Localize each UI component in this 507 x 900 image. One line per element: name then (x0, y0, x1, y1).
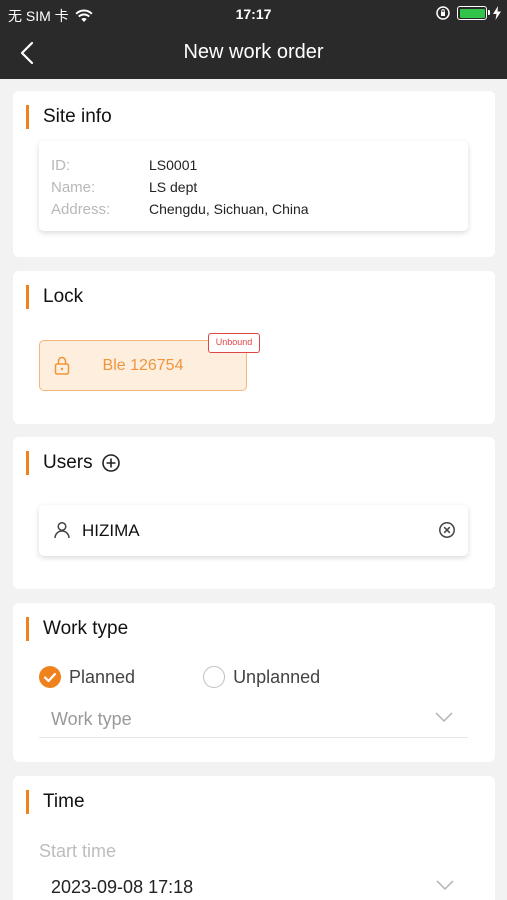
status-badge: Unbound (208, 333, 260, 353)
site-value: Chengdu, Sichuan, China (149, 201, 309, 217)
radio-label: Planned (69, 666, 136, 687)
add-user-icon[interactable] (101, 453, 121, 473)
lock-name: Ble 126754 (102, 357, 184, 374)
remove-user-icon[interactable] (438, 521, 456, 539)
status-right (435, 5, 501, 21)
user-item[interactable]: HIZIMA (39, 505, 468, 556)
work-type-select[interactable]: Work type (39, 701, 468, 738)
charging-bolt-icon (493, 6, 501, 20)
site-row-id: ID: LS0001 (51, 154, 456, 176)
site-value: LS dept (149, 179, 198, 195)
site-info-card: Site info ID: LS0001 Name: LS dept Addre… (13, 91, 495, 257)
start-time-label: Start time (39, 841, 117, 861)
site-row-name: Name: LS dept (51, 176, 456, 198)
chevron-down-icon (435, 712, 453, 723)
radio-label: Unplanned (233, 666, 321, 687)
time-card: Time Start time 2023-09-08 17:18 (13, 776, 495, 900)
page-title: New work order (183, 41, 324, 63)
top-bar: 无 SIM 卡 17:17 New work order (0, 0, 507, 79)
user-icon (54, 521, 70, 539)
section-title-work-type: Work type (26, 617, 128, 641)
user-name: HIZIMA (82, 521, 140, 540)
users-title-text: Users (43, 452, 93, 473)
users-card: Users HIZIMA (13, 437, 495, 589)
site-key: Name: (51, 178, 96, 196)
status-time: 17:17 (235, 6, 272, 22)
radio-planned[interactable]: Planned (39, 666, 135, 688)
site-info-box: ID: LS0001 Name: LS dept Address: Chengd… (39, 141, 468, 231)
section-title-time: Time (26, 790, 85, 814)
work-type-radio-group: Planned Unplanned (39, 666, 320, 688)
battery-icon (457, 6, 490, 20)
section-title-users: Users (26, 451, 121, 475)
status-bar: 无 SIM 卡 17:17 (0, 0, 507, 28)
section-title-lock: Lock (26, 285, 83, 309)
start-time-value[interactable]: 2023-09-08 17:18 (51, 877, 193, 898)
site-value: LS0001 (149, 157, 198, 173)
site-row-address: Address: Chengdu, Sichuan, China (51, 198, 456, 220)
lock-card: Lock Ble 126754 Unbound (13, 271, 495, 424)
orientation-lock-icon (436, 6, 450, 20)
radio-checked-icon (39, 666, 61, 688)
chevron-down-icon[interactable] (435, 879, 455, 891)
radio-unplanned[interactable]: Unplanned (203, 666, 320, 688)
work-type-card: Work type Planned Unplanned Work type (13, 603, 495, 762)
section-title-site-info: Site info (26, 105, 112, 129)
nav-bar: New work order (0, 30, 507, 76)
radio-unchecked-icon (203, 666, 226, 688)
site-key: Address: (51, 200, 111, 218)
work-type-placeholder: Work type (51, 709, 132, 729)
site-key: ID: (51, 156, 71, 174)
